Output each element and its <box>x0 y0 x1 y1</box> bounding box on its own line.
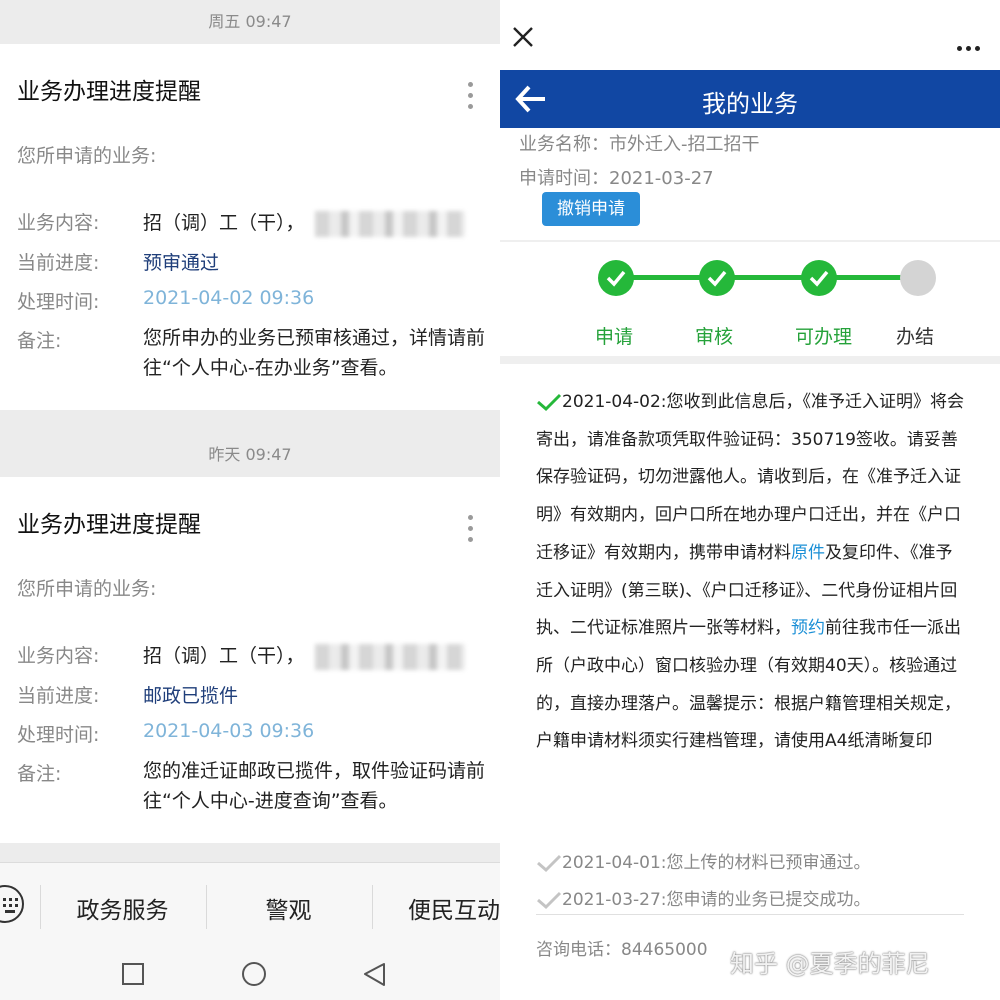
system-navigation-bar <box>0 948 500 1000</box>
check-icon <box>537 854 562 873</box>
square-icon[interactable] <box>121 962 145 986</box>
keyboard-icon[interactable] <box>0 885 24 923</box>
page-title: 我的业务 <box>702 90 798 118</box>
history-item: 2021-03-27:您申请的业务已提交成功。 <box>536 885 871 910</box>
time-label: 处理时间: <box>17 291 100 313</box>
progress-card-1[interactable]: 业务办理进度提醒 您所申请的业务: 业务内容: 招（调）工（干）， 当前进度: … <box>0 44 500 410</box>
check-icon <box>537 393 562 412</box>
close-icon[interactable] <box>512 26 534 48</box>
message-timestamp: 周五 09:47 <box>208 12 292 31</box>
history-item: 2021-04-01:您上传的材料已预审通过。 <box>536 848 871 873</box>
circle-icon[interactable] <box>241 962 267 988</box>
content-value: 招（调）工（干）， <box>143 641 465 670</box>
webview-topbar <box>500 0 1000 70</box>
message-timestamp: 昨天 09:47 <box>208 445 292 464</box>
content-label: 业务内容: <box>17 212 100 234</box>
progress-card-2[interactable]: 业务办理进度提醒 您所申请的业务: 业务内容: 招（调）工（干）， 当前进度: … <box>0 477 500 843</box>
card-title: 业务办理进度提醒 <box>17 512 201 538</box>
step-label: 审核 <box>695 326 734 348</box>
redacted-blur <box>314 210 465 237</box>
step-label: 办结 <box>896 326 935 348</box>
progress-value: 预审通过 <box>143 252 220 274</box>
section-divider <box>500 240 1000 242</box>
step-dot-review <box>699 260 735 296</box>
progress-value: 邮政已揽件 <box>143 685 239 707</box>
menu-item-public-interaction[interactable]: 便民互动 <box>372 891 500 925</box>
progress-label: 当前进度: <box>17 252 100 274</box>
more-options-icon[interactable] <box>468 82 474 112</box>
step-dot-complete <box>900 260 936 296</box>
note-label: 备注: <box>17 330 62 352</box>
more-menu-icon[interactable] <box>953 36 980 55</box>
menu-item-police[interactable]: 警观 <box>206 891 371 925</box>
step-label: 申请 <box>595 326 634 348</box>
latest-progress-detail: 2021-04-02:您收到此信息后，《准予迁入证明》将会寄出，请准备款项凭取件… <box>536 392 965 752</box>
card-title: 业务办理进度提醒 <box>17 79 201 105</box>
apply-time: 申请时间：2021-03-27 <box>519 168 714 189</box>
content-label: 业务内容: <box>17 645 100 667</box>
note-value: 您的准迁证邮政已揽件，取件验证码请前往“个人中心-进度查询”查看。 <box>143 760 486 812</box>
consult-phone: 咨询电话：84465000 <box>536 940 708 960</box>
check-icon <box>809 270 829 287</box>
zhihu-watermark: 知乎 @夏季的菲尼 <box>730 950 930 978</box>
left-chat-panel: 周五 09:47 业务办理进度提醒 您所申请的业务: 业务内容: 招（调）工（干… <box>0 0 500 1000</box>
official-account-menu-bar: 政务服务 警观 便民互动 <box>0 862 500 948</box>
redacted-blur <box>314 643 465 670</box>
progress-label: 当前进度: <box>17 685 100 707</box>
step-dot-apply <box>598 260 634 296</box>
time-label: 处理时间: <box>17 724 100 746</box>
business-name: 业务名称：市外迁入-招工招干 <box>519 134 760 155</box>
divider <box>536 914 964 915</box>
content-value: 招（调）工（干）， <box>143 208 465 237</box>
more-options-icon[interactable] <box>468 515 474 545</box>
note-label: 备注: <box>17 763 62 785</box>
time-value: 2021-04-02 09:36 <box>143 287 315 309</box>
check-icon <box>707 270 727 287</box>
card-subtitle: 您所申请的业务: <box>17 145 157 167</box>
check-icon <box>537 891 562 910</box>
cancel-application-button[interactable]: 撤销申请 <box>542 192 640 226</box>
check-icon <box>606 270 626 287</box>
appointment-link[interactable]: 预约 <box>791 618 825 638</box>
page-header: 我的业务 <box>500 70 1000 128</box>
menu-item-gov-services[interactable]: 政务服务 <box>40 891 205 925</box>
note-value: 您所申办的业务已预审核通过，详情请前往“个人中心-在办业务”查看。 <box>143 327 486 379</box>
step-dot-processable <box>801 260 837 296</box>
right-app-panel: 我的业务 业务名称：市外迁入-招工招干 申请时间：2021-03-27 撤销申请… <box>500 0 1000 1000</box>
time-value: 2021-04-03 09:36 <box>143 720 315 742</box>
step-label: 可办理 <box>795 326 853 348</box>
original-docs-link[interactable]: 原件 <box>791 543 825 563</box>
triangle-back-icon[interactable] <box>363 962 387 988</box>
section-divider <box>500 356 1000 364</box>
card-subtitle: 您所申请的业务: <box>17 578 157 600</box>
